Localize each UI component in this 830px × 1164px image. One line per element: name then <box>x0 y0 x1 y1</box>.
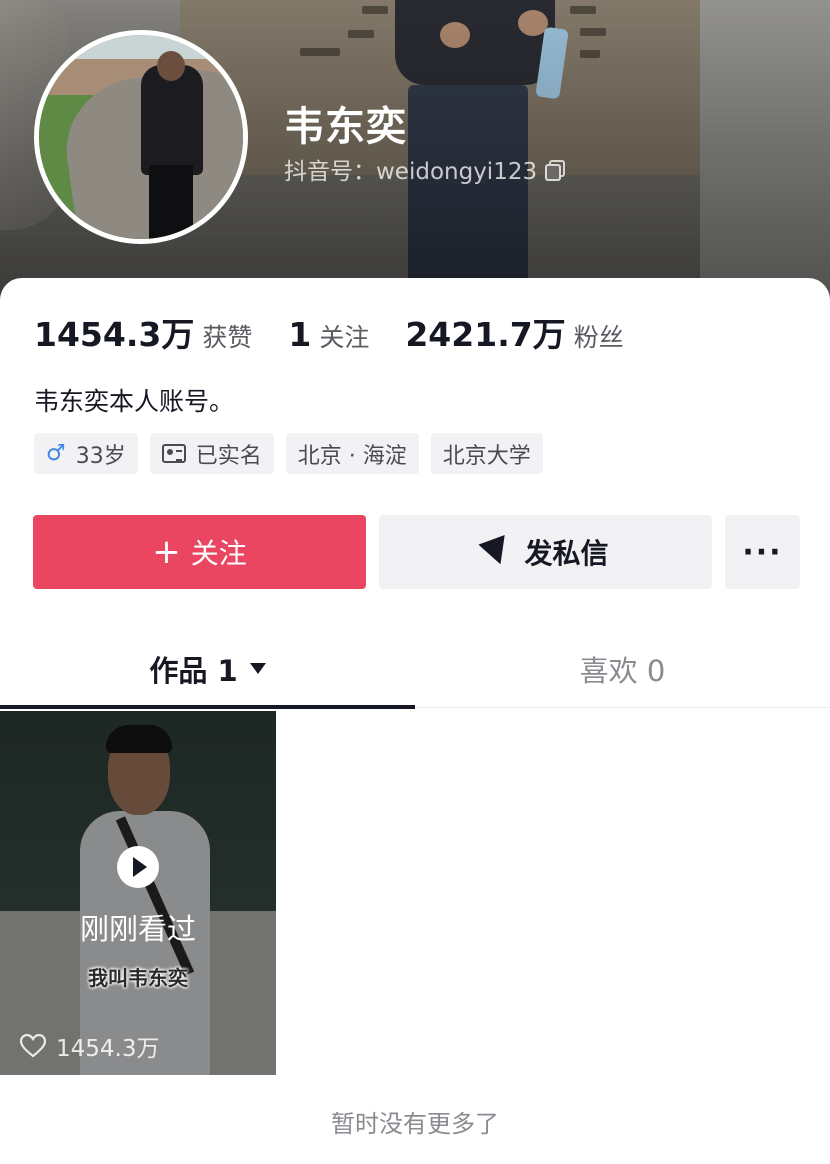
tag-age: ♂ 33岁 <box>34 433 138 474</box>
plus-icon: + <box>152 532 181 572</box>
profile-name: 韦东奕 <box>284 104 407 150</box>
stat-following[interactable]: 1 关注 <box>288 315 369 354</box>
stat-value: 2421.7万 <box>405 315 566 354</box>
tab-label: 作品 1 <box>149 653 238 688</box>
tag-location: 北京 · 海淀 <box>285 433 419 474</box>
tab-label: 喜欢 0 <box>579 653 666 688</box>
tab-works[interactable]: 作品 1 <box>0 630 415 709</box>
tag-school: 北京大学 <box>430 433 543 474</box>
profile-bio: 韦东奕本人账号。 <box>34 387 235 416</box>
id-card-icon <box>161 444 186 463</box>
follow-button[interactable]: + 关注 <box>33 515 366 589</box>
caret-down-icon[interactable] <box>249 663 266 674</box>
follow-button-label: 关注 <box>190 537 247 570</box>
heart-icon <box>20 1034 46 1058</box>
copy-icon[interactable] <box>545 160 566 181</box>
avatar-person-head <box>157 51 185 81</box>
video-caption: 我叫韦东奕 <box>88 966 188 990</box>
profile-stats: 1454.3万 获赞 1 关注 2421.7万 粉丝 <box>34 308 624 356</box>
stat-label: 关注 <box>319 323 370 352</box>
tag-text: 33岁 <box>75 443 126 469</box>
tag-verified: 已实名 <box>149 433 274 474</box>
stat-likes[interactable]: 1454.3万 获赞 <box>34 308 252 356</box>
stat-label: 粉丝 <box>573 323 624 352</box>
no-more-content: 暂时没有更多了 <box>331 1110 499 1138</box>
message-button[interactable]: 发私信 <box>379 515 712 589</box>
stat-label: 获赞 <box>202 323 253 352</box>
more-button[interactable]: ··· <box>725 515 800 589</box>
video-thumbnail[interactable] <box>0 711 276 1075</box>
stat-value: 1454.3万 <box>34 315 195 354</box>
video-likes-count: 1454.3万 <box>56 1036 160 1062</box>
tag-text: 北京大学 <box>442 443 531 469</box>
tag-text: 北京 · 海淀 <box>297 443 407 469</box>
stat-value: 1 <box>288 315 312 354</box>
profile-tags: ♂ 33岁 已实名 北京 · 海淀 北京大学 <box>34 433 543 474</box>
video-likes: 1454.3万 <box>20 1029 159 1063</box>
stat-followers[interactable]: 2421.7万 粉丝 <box>405 308 623 356</box>
male-icon: ♂ <box>46 441 66 466</box>
profile-actions: + 关注 发私信 ··· <box>33 515 800 589</box>
douyin-id-text: 抖音号：weidongyi123 <box>284 159 538 185</box>
content-tabs: 作品 1 喜欢 0 <box>0 630 830 709</box>
video-dim-overlay <box>0 711 276 1075</box>
tag-text: 已实名 <box>195 443 262 469</box>
avatar-person-legs <box>149 165 193 239</box>
recently-watched-label: 刚刚看过 <box>79 912 196 946</box>
send-icon <box>478 534 515 570</box>
douyin-id[interactable]: 抖音号：weidongyi123 <box>284 152 566 186</box>
message-button-label: 发私信 <box>524 537 609 570</box>
avatar[interactable] <box>34 30 248 244</box>
avatar-person <box>141 65 203 175</box>
tab-likes[interactable]: 喜欢 0 <box>415 630 830 707</box>
play-icon[interactable] <box>117 846 159 888</box>
